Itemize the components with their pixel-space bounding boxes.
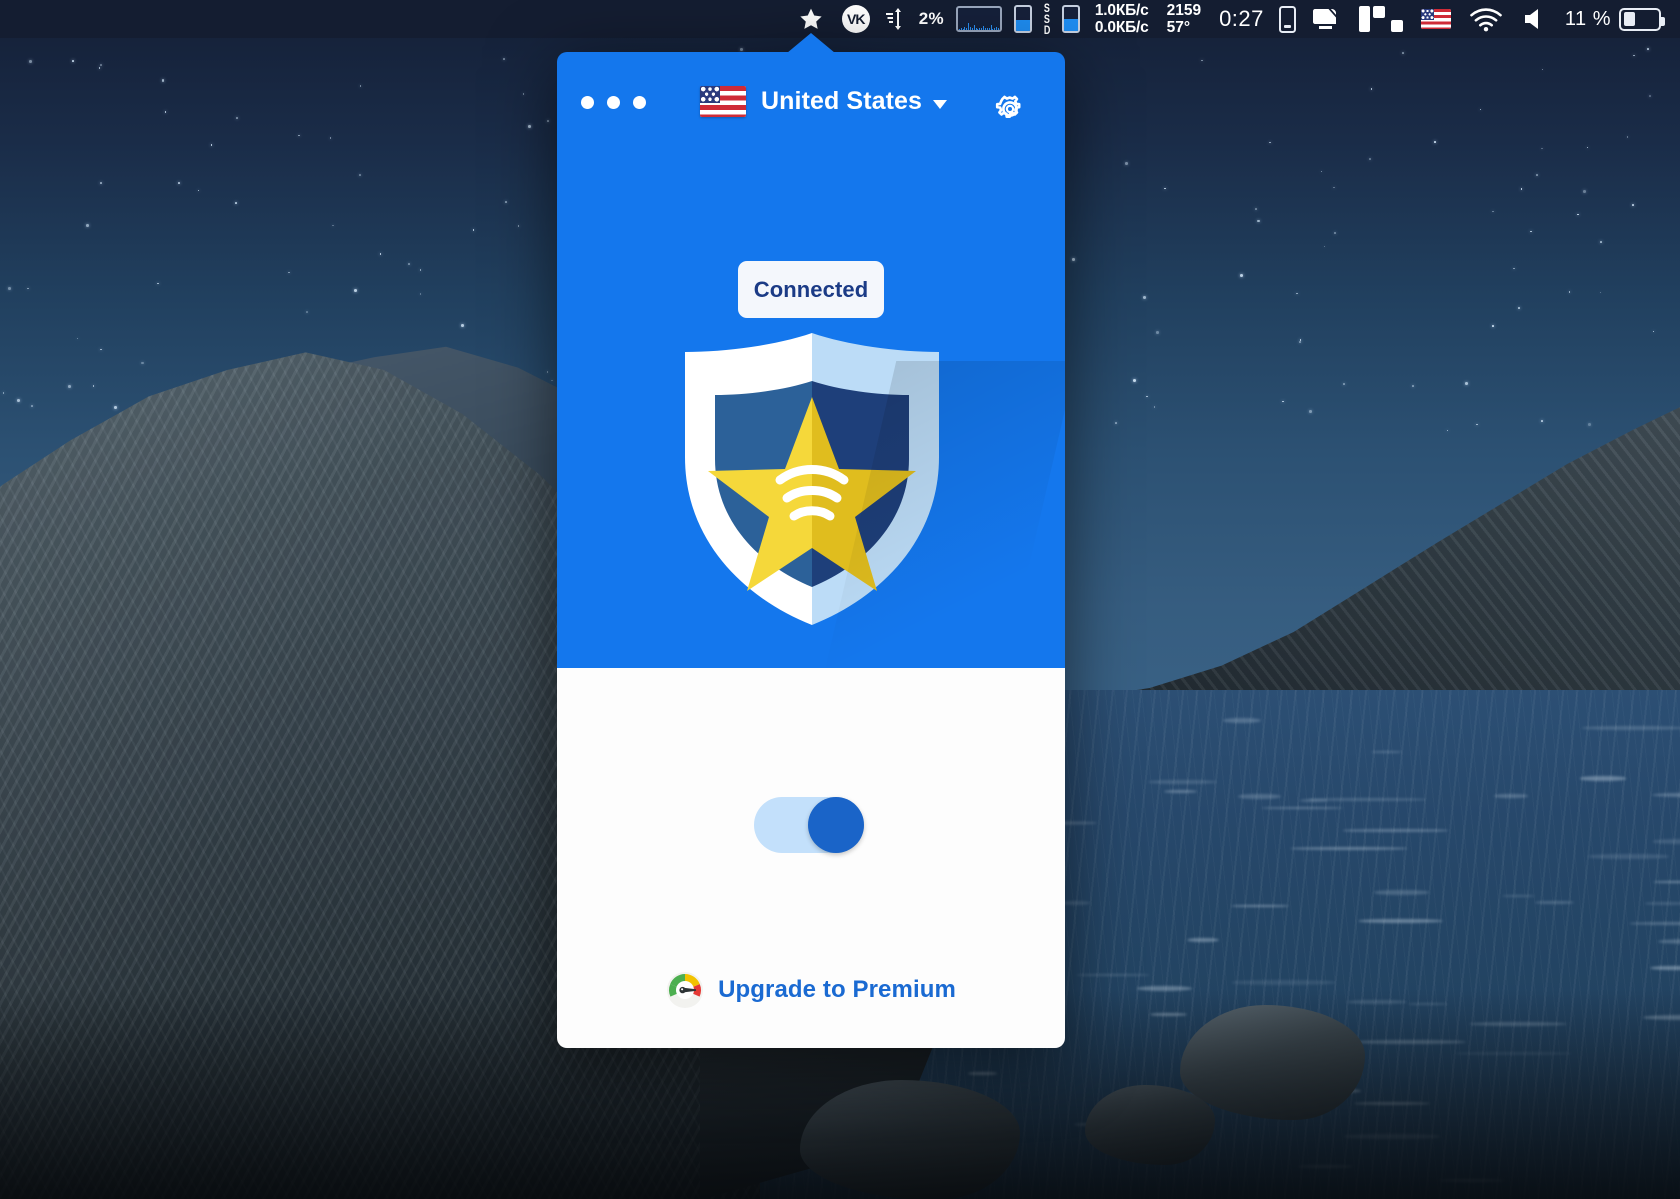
cpu-percent-label: 2%: [918, 9, 944, 28]
shield-graphic: [685, 333, 939, 625]
menubar-split-view-lower: [1368, 0, 1412, 38]
menubar-star-item[interactable]: [789, 0, 833, 38]
country-name-label: United States: [761, 87, 923, 115]
battery-icon: [1619, 7, 1665, 31]
status-badge: Connected: [738, 261, 884, 318]
us-flag-icon: [700, 86, 746, 117]
gear-icon[interactable]: [989, 88, 1031, 130]
menubar-battery-item[interactable]: 11 %: [1556, 0, 1670, 38]
cpu-history-graph: [955, 6, 1002, 32]
ssd-char: D: [1043, 23, 1051, 37]
country-selector[interactable]: United States: [700, 86, 948, 117]
menubar-clock[interactable]: 0:27: [1210, 0, 1273, 38]
more-options-button[interactable]: [581, 96, 646, 109]
vpn-popover: United States Connected Upgrade to Premi…: [557, 33, 1065, 1048]
memory-gauge-icon: [1013, 5, 1032, 33]
ssd-icon: S S D: [1043, 2, 1051, 37]
vk-label: VK: [846, 11, 865, 27]
menubar-disk-gauge[interactable]: [1056, 0, 1086, 38]
menubar-cpu-graph[interactable]: [950, 0, 1008, 38]
net-down-label: 1.0КБ/c: [1094, 2, 1149, 19]
battery-percent-label: 11 %: [1564, 7, 1611, 30]
us-flag-icon: [1420, 9, 1451, 29]
menubar-volume-item[interactable]: [1512, 0, 1556, 38]
menubar-vk-item[interactable]: VK: [833, 0, 879, 38]
toggle-knob: [808, 797, 864, 853]
menubar-input-language[interactable]: [1412, 0, 1460, 38]
popover-white-section: Upgrade to Premium: [557, 668, 1065, 1048]
upgrade-to-premium-button[interactable]: Upgrade to Premium: [557, 968, 1065, 1012]
status-label: Connected: [753, 276, 869, 302]
popover-header: United States: [557, 52, 1065, 157]
menubar-network-speed[interactable]: 1.0КБ/c 0.0КБ/c: [1086, 0, 1158, 38]
star-icon: [800, 8, 822, 29]
disk-gauge-icon: [1061, 5, 1080, 33]
fan-rpm-label: 2159: [1166, 2, 1202, 19]
speedometer-icon: [667, 972, 704, 1008]
upgrade-label: Upgrade to Premium: [718, 976, 956, 1003]
menubar-cpu-percent[interactable]: 2%: [913, 0, 950, 38]
display-icon: [1312, 8, 1337, 29]
menubar-ssd-label[interactable]: S S D: [1038, 0, 1056, 38]
chevron-down-icon: [933, 99, 948, 109]
popover-blue-section: United States Connected: [557, 52, 1065, 668]
menubar-fan-temp[interactable]: 2159 57°: [1158, 0, 1210, 38]
menubar-memory-gauge[interactable]: [1008, 0, 1038, 38]
macos-menu-bar: VK 2% S S D 1.0КБ/c 0.0КБ/c 2159 57° 0:2…: [0, 0, 1680, 38]
menubar-display-item[interactable]: [1302, 0, 1350, 38]
battery-small-icon: [1278, 5, 1296, 33]
wifi-icon: [1470, 7, 1502, 31]
vk-icon: VK: [841, 5, 870, 33]
vpn-power-toggle[interactable]: [754, 797, 864, 853]
net-up-label: 0.0КБ/c: [1094, 19, 1149, 36]
cpu-temp-label: 57°: [1166, 19, 1191, 36]
network-activity-icon: [885, 8, 901, 30]
menubar-network-item[interactable]: [879, 0, 913, 38]
clock-label: 0:27: [1219, 6, 1264, 31]
menubar-battery-small[interactable]: [1273, 0, 1302, 38]
menubar-wifi-item[interactable]: [1460, 0, 1512, 38]
vpn-shield-logo: [667, 329, 1065, 668]
volume-icon: [1524, 9, 1538, 29]
